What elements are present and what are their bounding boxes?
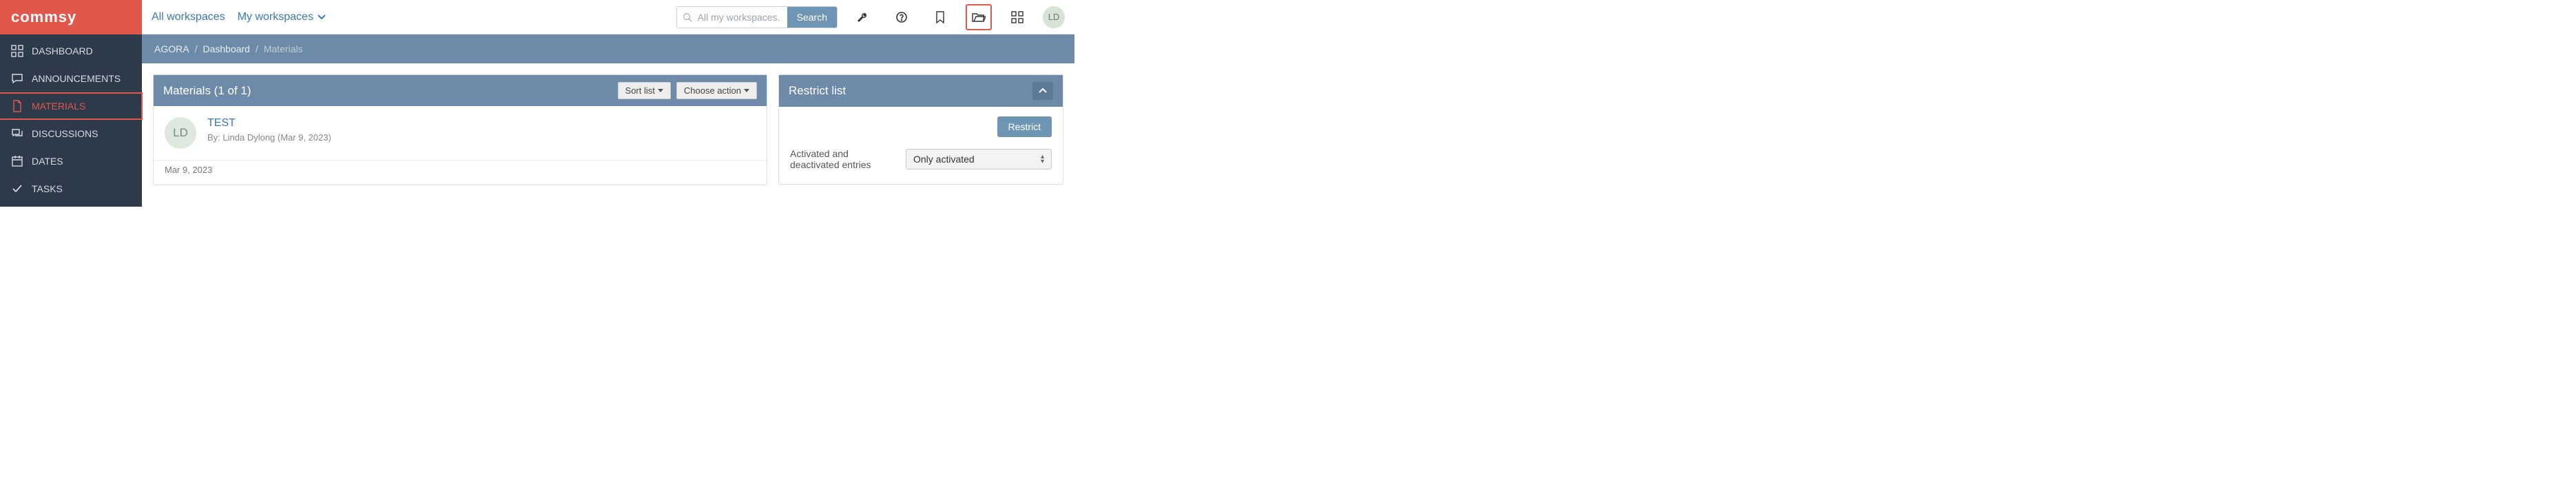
select-updown-icon: ▴▾ xyxy=(1041,154,1044,164)
material-title-link[interactable]: TEST xyxy=(207,117,331,130)
author-avatar: LD xyxy=(165,117,196,149)
chevron-down-icon xyxy=(318,14,326,20)
chat-bubble-icon xyxy=(11,72,23,85)
breadcrumb-dashboard[interactable]: Dashboard xyxy=(202,43,250,54)
check-icon xyxy=(11,183,23,195)
restrict-panel-title: Restrict list xyxy=(789,84,846,98)
grid-icon[interactable] xyxy=(1004,4,1030,30)
sidebar-item-label: DASHBOARD xyxy=(32,45,93,56)
material-date: Mar 9, 2023 xyxy=(154,161,767,185)
document-icon xyxy=(11,100,23,112)
bookmark-icon[interactable] xyxy=(927,4,953,30)
all-workspaces-label: All workspaces xyxy=(152,11,225,23)
sidebar-item-label: MATERIALS xyxy=(32,101,85,112)
discussion-icon xyxy=(11,127,23,140)
search-button[interactable]: Search xyxy=(787,7,837,28)
breadcrumb-separator: / xyxy=(256,43,258,54)
search-wrap: Search xyxy=(676,6,838,28)
caret-down-icon xyxy=(744,89,749,92)
sidebar-item-dashboard[interactable]: DASHBOARD xyxy=(0,37,142,65)
sidebar-item-discussions[interactable]: DISCUSSIONS xyxy=(0,120,142,147)
calendar-icon xyxy=(11,155,23,167)
material-item[interactable]: LD TEST By: Linda Dylong (Mar 9, 2023) xyxy=(154,106,767,161)
sidebar-item-label: DATES xyxy=(32,156,63,167)
folder-open-icon[interactable] xyxy=(966,4,992,30)
filter-value: Only activated xyxy=(913,154,975,165)
content-area: Materials (1 of 1) Sort list Choose acti… xyxy=(142,63,1074,196)
sidebar-item-dates[interactable]: DATES xyxy=(0,147,142,175)
main-area: All workspaces My workspaces Search xyxy=(142,0,1074,207)
sidebar-item-materials[interactable]: MATERIALS xyxy=(0,92,143,120)
my-workspaces-dropdown[interactable]: My workspaces xyxy=(238,11,326,23)
dashboard-icon xyxy=(11,45,23,57)
materials-panel-header: Materials (1 of 1) Sort list Choose acti… xyxy=(154,75,767,106)
sort-list-label: Sort list xyxy=(625,85,655,96)
wrench-icon[interactable] xyxy=(850,4,876,30)
breadcrumb: AGORA / Dashboard / Materials xyxy=(142,34,1074,63)
caret-down-icon xyxy=(658,89,663,92)
filter-label: Activated and deactivated entries xyxy=(790,148,896,170)
sidebar-item-label: DISCUSSIONS xyxy=(32,128,98,139)
sidebar-item-label: TASKS xyxy=(32,183,63,194)
app-logo[interactable]: commsy xyxy=(0,0,142,34)
collapse-panel-button[interactable] xyxy=(1032,82,1053,100)
restrict-panel: Restrict list Restrict Activated and dea… xyxy=(778,74,1063,185)
topbar: All workspaces My workspaces Search xyxy=(142,0,1074,34)
choose-action-button[interactable]: Choose action xyxy=(676,82,757,99)
user-avatar[interactable]: LD xyxy=(1043,6,1065,28)
sidebar-item-tasks[interactable]: TASKS xyxy=(0,175,142,203)
breadcrumb-current: Materials xyxy=(264,43,303,54)
sidebar-item-announcements[interactable]: ANNOUNCEMENTS xyxy=(0,65,142,92)
activation-filter-select[interactable]: Only activated ▴▾ xyxy=(906,149,1052,169)
my-workspaces-label: My workspaces xyxy=(238,11,313,23)
restrict-panel-header: Restrict list xyxy=(779,75,1063,107)
logo-text: commsy xyxy=(11,8,76,26)
breadcrumb-root[interactable]: AGORA xyxy=(154,43,189,54)
breadcrumb-separator: / xyxy=(195,43,198,54)
sidebar: commsy DASHBOARD ANNOUNCEMENTS MATERIALS xyxy=(0,0,142,207)
materials-panel: Materials (1 of 1) Sort list Choose acti… xyxy=(153,74,767,185)
choose-action-label: Choose action xyxy=(684,85,741,96)
help-icon[interactable] xyxy=(889,4,915,30)
all-workspaces-link[interactable]: All workspaces xyxy=(152,11,225,23)
material-byline: By: Linda Dylong (Mar 9, 2023) xyxy=(207,132,331,143)
restrict-button[interactable]: Restrict xyxy=(997,116,1052,137)
sort-list-button[interactable]: Sort list xyxy=(618,82,671,99)
sidebar-nav: DASHBOARD ANNOUNCEMENTS MATERIALS DISCUS… xyxy=(0,34,142,203)
sidebar-item-label: ANNOUNCEMENTS xyxy=(32,73,121,84)
materials-panel-title: Materials (1 of 1) xyxy=(163,84,251,98)
search-icon xyxy=(683,12,692,22)
search-input[interactable] xyxy=(677,8,787,27)
